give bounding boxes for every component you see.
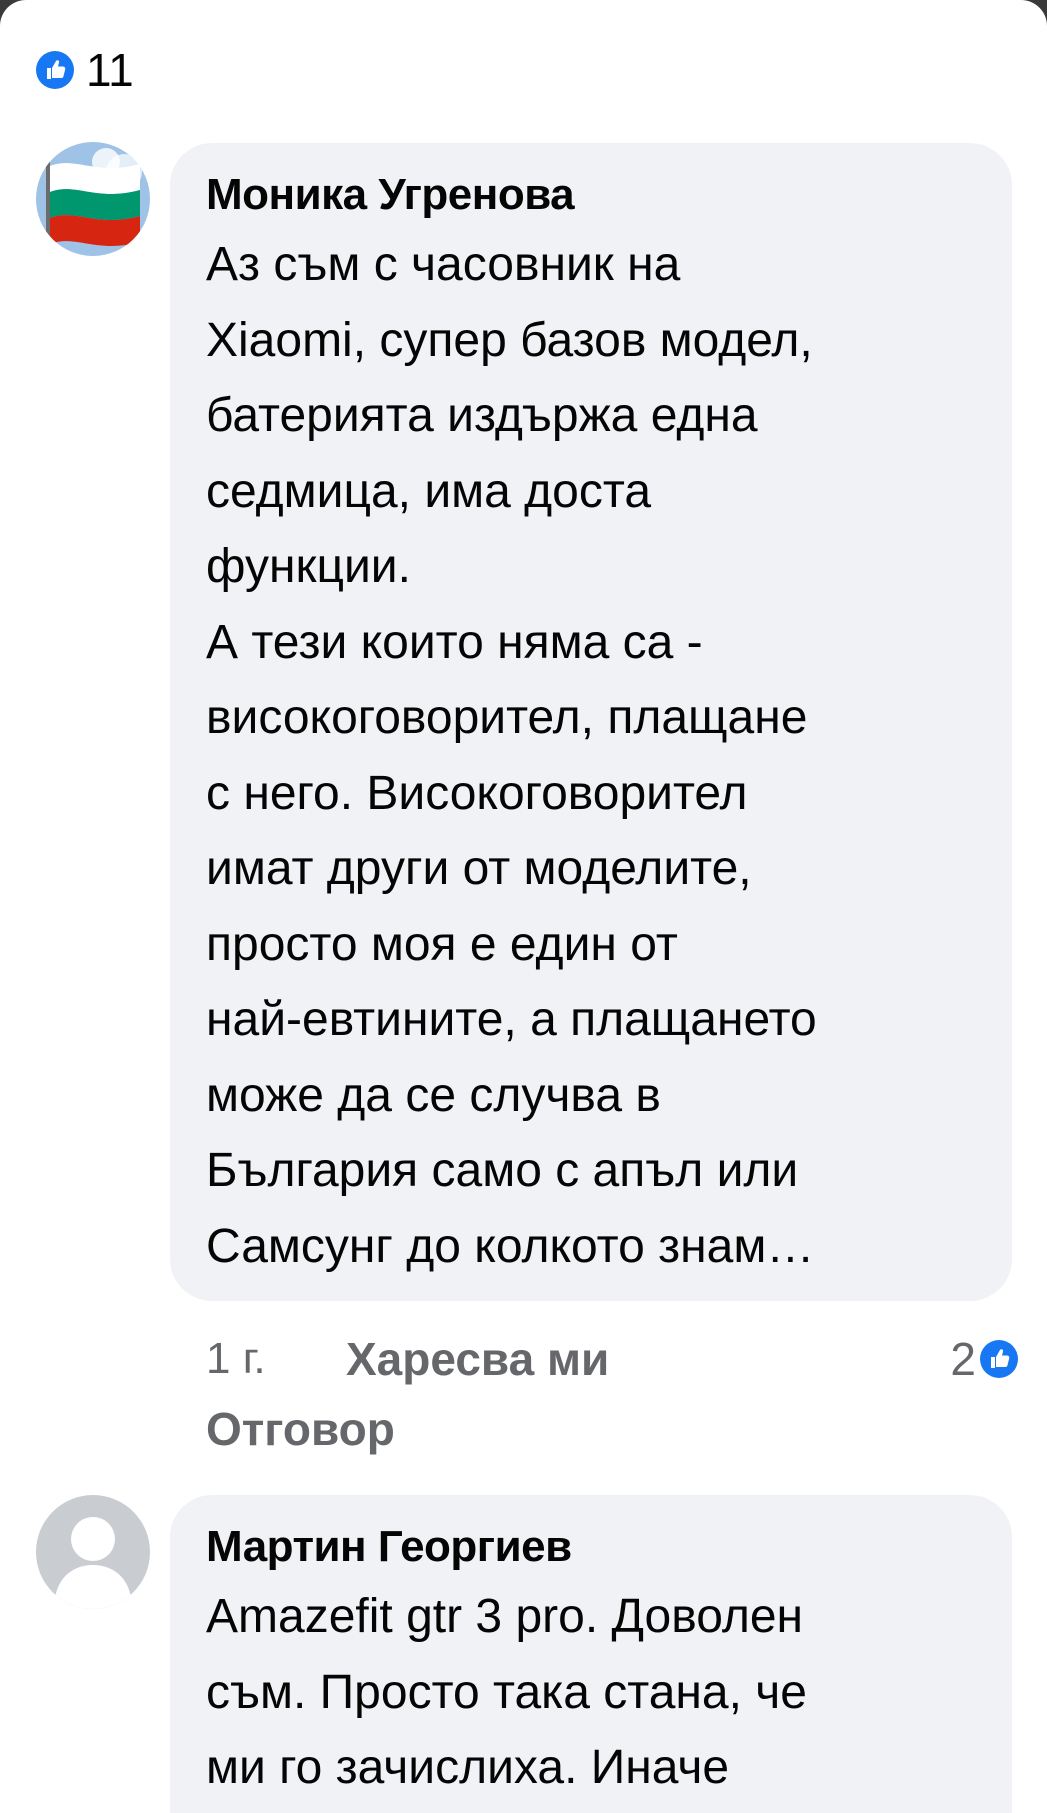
comment-author[interactable]: Моника Угренова: [206, 163, 976, 227]
comment-text: Amazefit gtr 3 pro. Доволен съм. Просто …: [206, 1590, 807, 1794]
like-thumb-icon: [36, 51, 74, 89]
reply-button[interactable]: Отговор: [206, 1401, 395, 1457]
comment-author[interactable]: Мартин Георгиев: [206, 1515, 976, 1579]
comment-bubble: Моника Угренова Аз съм с часовник на Xia…: [170, 143, 1012, 1301]
reaction-count: 2: [950, 1333, 976, 1385]
comment-reactions[interactable]: 2: [950, 1331, 1018, 1387]
like-button[interactable]: Харесва ми: [346, 1331, 609, 1387]
avatar-default-user[interactable]: [36, 1495, 150, 1609]
comment-actions: 1 г. Харесва ми Отговор 2: [206, 1317, 1018, 1467]
post-like-count: 11: [86, 44, 134, 96]
default-person-icon: [36, 1495, 150, 1609]
like-thumb-icon: [980, 1340, 1018, 1378]
post-like-summary[interactable]: 11: [36, 44, 134, 96]
comment-timestamp[interactable]: 1 г.: [206, 1331, 266, 1387]
comments-screen: 11 Моника Угренова Аз съм с часовник на …: [0, 0, 1047, 1813]
comment-bubble: Мартин Георгиев Amazefit gtr 3 pro. Дово…: [170, 1495, 1012, 1813]
comment-text: Аз съм с часовник на Xiaomi, супер базов…: [206, 238, 817, 1273]
avatar-moniка-ugrenova[interactable]: [36, 142, 150, 256]
